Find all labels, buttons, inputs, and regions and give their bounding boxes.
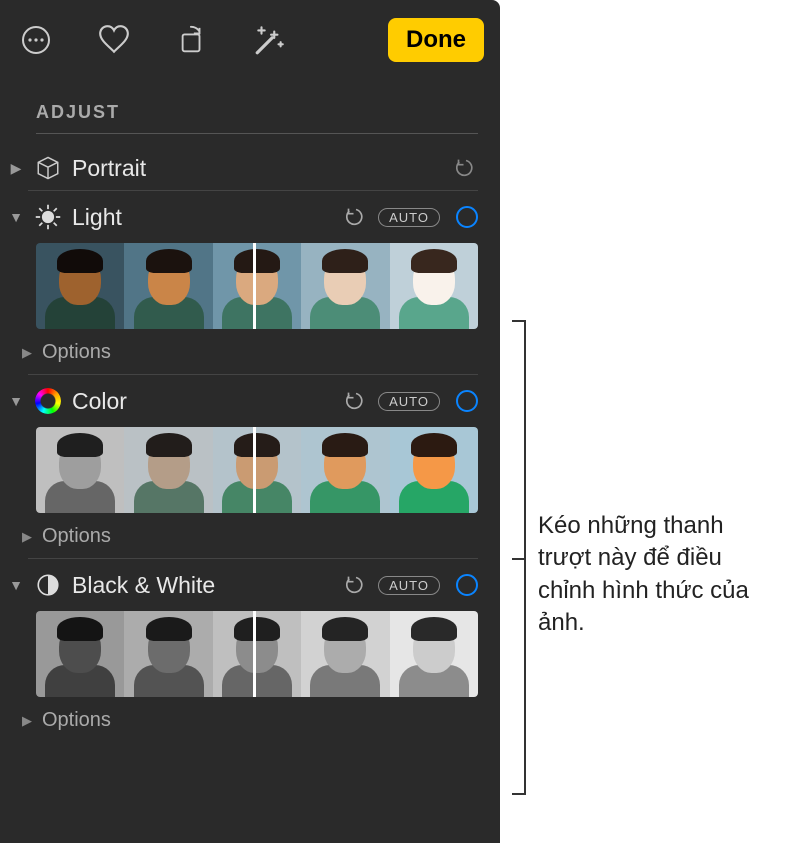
reset-icon[interactable] (344, 389, 368, 413)
group-color: ▼ Color AUTO (0, 379, 500, 558)
reset-icon[interactable] (454, 156, 478, 180)
group-light: ▼ Light AUTO (0, 195, 500, 374)
slider-thumb (213, 243, 301, 329)
slider-thumb (36, 427, 124, 513)
slider-thumb (390, 427, 478, 513)
auto-button[interactable]: AUTO (378, 392, 440, 411)
slider-thumb (36, 243, 124, 329)
slider-thumb (390, 243, 478, 329)
divider (28, 190, 478, 191)
slider-marker[interactable] (253, 611, 256, 697)
callout-tick (512, 320, 526, 322)
cube-icon (34, 154, 62, 182)
group-label: Color (72, 388, 334, 415)
options-toggle-light[interactable]: ▶ Options (8, 335, 478, 374)
edit-toolbar: Done (0, 0, 500, 76)
group-header-bw[interactable]: ▼ Black & White AUTO (8, 563, 478, 607)
group-label: Black & White (72, 572, 334, 599)
chevron-right-icon: ▶ (22, 713, 34, 729)
chevron-right-icon: ▶ (22, 529, 34, 545)
divider (36, 133, 478, 134)
options-toggle-bw[interactable]: ▶ Options (8, 703, 478, 742)
chevron-down-icon[interactable]: ▼ (8, 577, 24, 593)
favorite-icon[interactable] (94, 20, 134, 60)
reset-icon[interactable] (344, 573, 368, 597)
slider-thumb (301, 243, 389, 329)
slider-thumb (213, 427, 301, 513)
group-header-portrait[interactable]: ▶ Portrait (8, 146, 478, 190)
group-label: Portrait (72, 155, 444, 182)
enhance-icon[interactable] (250, 20, 290, 60)
callout-area: Kéo những thanh trượt này để điều chỉnh … (500, 0, 790, 843)
done-button[interactable]: Done (388, 18, 484, 62)
options-label: Options (42, 525, 111, 548)
enable-indicator[interactable] (456, 390, 478, 412)
reset-icon[interactable] (344, 205, 368, 229)
options-label: Options (42, 709, 111, 732)
auto-button[interactable]: AUTO (378, 576, 440, 595)
slider-thumb (36, 611, 124, 697)
slider-thumb (390, 611, 478, 697)
chevron-right-icon[interactable]: ▶ (8, 160, 24, 177)
adjust-panel: Done ADJUST ▶ Portrait ▼ Light AUT (0, 0, 500, 843)
light-slider[interactable] (36, 243, 478, 329)
chevron-down-icon[interactable]: ▼ (8, 209, 24, 225)
divider (28, 374, 478, 375)
sun-icon (34, 203, 62, 231)
callout-text: Kéo những thanh trượt này để điều chỉnh … (538, 510, 768, 640)
slider-marker[interactable] (253, 243, 256, 329)
group-header-light[interactable]: ▼ Light AUTO (8, 195, 478, 239)
slider-marker[interactable] (253, 427, 256, 513)
color-ring-icon (34, 387, 62, 415)
rotate-icon[interactable] (172, 20, 212, 60)
enable-indicator[interactable] (456, 206, 478, 228)
callout-tick (512, 793, 526, 795)
group-bw: ▼ Black & White AUTO (0, 563, 500, 742)
group-header-color[interactable]: ▼ Color AUTO (8, 379, 478, 423)
contrast-icon (34, 571, 62, 599)
slider-thumb (301, 611, 389, 697)
callout-tick (512, 558, 526, 560)
slider-thumb (213, 611, 301, 697)
more-icon[interactable] (16, 20, 56, 60)
chevron-right-icon: ▶ (22, 345, 34, 361)
options-label: Options (42, 341, 111, 364)
options-toggle-color[interactable]: ▶ Options (8, 519, 478, 558)
slider-thumb (301, 427, 389, 513)
bw-slider[interactable] (36, 611, 478, 697)
slider-thumb (124, 243, 212, 329)
divider (28, 558, 478, 559)
color-slider[interactable] (36, 427, 478, 513)
section-title: ADJUST (0, 76, 500, 131)
group-label: Light (72, 204, 334, 231)
slider-thumb (124, 611, 212, 697)
slider-thumb (124, 427, 212, 513)
group-portrait: ▶ Portrait (0, 146, 500, 190)
enable-indicator[interactable] (456, 574, 478, 596)
chevron-down-icon[interactable]: ▼ (8, 393, 24, 409)
auto-button[interactable]: AUTO (378, 208, 440, 227)
